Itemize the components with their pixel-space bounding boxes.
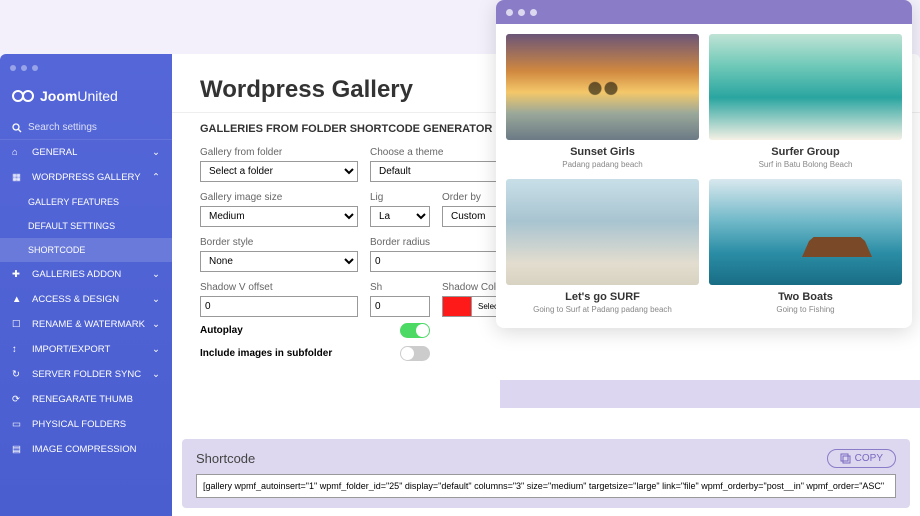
label-img-size: Gallery image size [200, 192, 358, 203]
nav-gallery-features[interactable]: GALLERY FEATURES [0, 190, 172, 214]
gallery-from-folder-select[interactable]: Select a folder [200, 161, 358, 182]
gallery-image [506, 34, 699, 140]
gallery-card[interactable]: Two Boats Going to Fishing [709, 179, 902, 318]
image-size-select[interactable]: Medium [200, 206, 358, 227]
gallery-image [709, 34, 902, 140]
search-icon [12, 123, 22, 133]
sync-icon: ↻ [12, 369, 24, 380]
include-subfolder-toggle[interactable] [400, 346, 430, 361]
preview-titlebar [496, 0, 912, 24]
gallery-icon: ▦ [12, 172, 24, 183]
gallery-card[interactable]: Surfer Group Surf in Batu Bolong Beach [709, 34, 902, 173]
watermark-icon: ☐ [12, 319, 24, 330]
gallery-card[interactable]: Let's go SURF Going to Surf at Padang pa… [506, 179, 699, 318]
shortcode-box: Shortcode COPY [182, 439, 910, 508]
autoplay-label: Autoplay [200, 325, 400, 336]
border-style-select[interactable]: None [200, 251, 358, 272]
autoplay-toggle[interactable] [400, 323, 430, 338]
chevron-down-icon: ⌄ [152, 344, 160, 355]
folder-icon: ▭ [12, 419, 24, 430]
chevron-up-icon: ⌃ [152, 172, 160, 183]
card-title: Let's go SURF [506, 291, 699, 303]
chevron-down-icon: ⌄ [152, 147, 160, 158]
nav-wordpress-gallery[interactable]: ▦WORDPRESS GALLERY⌃ [0, 165, 172, 190]
shortcode-input[interactable] [196, 474, 896, 498]
card-title: Sunset Girls [506, 146, 699, 158]
nav-access-design[interactable]: ▲ACCESS & DESIGN⌄ [0, 287, 172, 312]
chevron-down-icon: ⌄ [152, 294, 160, 305]
label-lightbox: Lig [370, 192, 430, 203]
nav-import-export[interactable]: ↕IMPORT/EXPORT⌄ [0, 337, 172, 362]
copy-icon [840, 453, 851, 464]
label-gallery-from: Gallery from folder [200, 147, 358, 158]
label-border-style: Border style [200, 237, 358, 248]
shadow-3-input[interactable] [370, 296, 430, 317]
lightbox-select[interactable]: La [370, 206, 430, 227]
nav-default-settings[interactable]: DEFAULT SETTINGS [0, 214, 172, 238]
gallery-image [709, 179, 902, 285]
chevron-down-icon: ⌄ [152, 319, 160, 330]
copy-button[interactable]: COPY [827, 449, 896, 468]
nav-rename-watermark[interactable]: ☐RENAME & WATERMARK⌄ [0, 312, 172, 337]
search-settings[interactable]: Search settings [0, 116, 172, 140]
brand: JoomUnited [0, 82, 172, 116]
label-shadow-3: Sh [370, 282, 430, 293]
import-icon: ↕ [12, 344, 24, 355]
include-subfolder-label: Include images in subfolder [200, 348, 400, 359]
preview-window: Sunset Girls Padang padang beach Surfer … [496, 0, 912, 328]
compress-icon: ▤ [12, 444, 24, 455]
nav-shortcode[interactable]: SHORTCODE [0, 238, 172, 262]
nav-regenerate-thumb[interactable]: ⟳RENEGARATE THUMB [0, 387, 172, 412]
sidebar: JoomUnited Search settings ⌂GENERAL⌄ ▦WO… [0, 54, 172, 516]
chevron-down-icon: ⌄ [152, 369, 160, 380]
window-dots [0, 54, 172, 82]
label-shadow-v: Shadow V offset [200, 282, 358, 293]
gallery-card[interactable]: Sunset Girls Padang padang beach [506, 34, 699, 173]
card-subtitle: Surf in Batu Bolong Beach [709, 160, 902, 169]
brand-text-b: United [77, 88, 117, 104]
nav-physical-folders[interactable]: ▭PHYSICAL FOLDERS [0, 412, 172, 437]
shadow-v-input[interactable] [200, 296, 358, 317]
card-subtitle: Going to Fishing [709, 305, 902, 314]
card-subtitle: Going to Surf at Padang padang beach [506, 305, 699, 314]
card-title: Surfer Group [709, 146, 902, 158]
shadow-color-swatch[interactable] [442, 296, 472, 317]
nav-image-compression[interactable]: ▤IMAGE COMPRESSION [0, 437, 172, 462]
nav-galleries-addon[interactable]: ✚GALLERIES ADDON⌄ [0, 262, 172, 287]
shortcode-title: Shortcode [196, 451, 255, 466]
card-subtitle: Padang padang beach [506, 160, 699, 169]
brand-text-a: Joom [40, 88, 77, 104]
nav-general[interactable]: ⌂GENERAL⌄ [0, 140, 172, 165]
refresh-icon: ⟳ [12, 394, 24, 405]
card-title: Two Boats [709, 291, 902, 303]
user-icon: ▲ [12, 294, 24, 305]
nav-server-sync[interactable]: ↻SERVER FOLDER SYNC⌄ [0, 362, 172, 387]
chevron-down-icon: ⌄ [152, 269, 160, 280]
include-subfolder-row: Include images in subfolder [172, 342, 920, 365]
addon-icon: ✚ [12, 269, 24, 280]
home-icon: ⌂ [12, 147, 24, 158]
gallery-image [506, 179, 699, 285]
